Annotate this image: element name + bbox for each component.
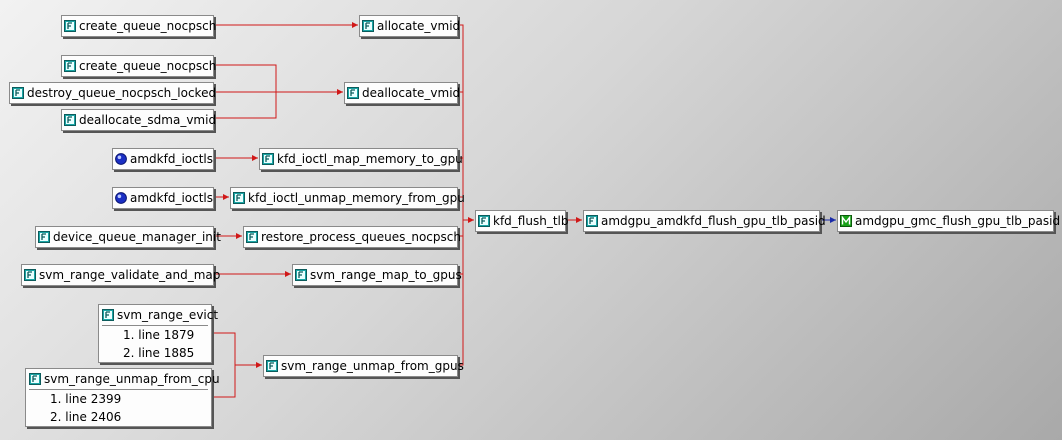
node-device-queue-manager-init[interactable]: device_queue_manager_init	[35, 226, 221, 248]
node-label: device_queue_manager_init	[53, 230, 221, 244]
function-icon	[478, 215, 490, 227]
call-site-line: 2. line 1885	[123, 346, 195, 360]
node-label: deallocate_sdma_vmid	[79, 113, 217, 127]
function-icon	[24, 269, 36, 281]
call-site-line: 2. line 2406	[50, 410, 122, 424]
node-svm-range-unmap-from-cpu[interactable]: svm_range_unmap_from_cpu 1. line 2399 2.…	[25, 368, 220, 427]
node-amdkfd-ioctls[interactable]: amdkfd_ioctls	[112, 148, 214, 170]
macro-icon	[840, 215, 852, 227]
function-icon	[586, 215, 598, 227]
node-label: kfd_ioctl_unmap_memory_from_gpu	[248, 191, 465, 205]
node-label: kfd_flush_tlb	[493, 214, 569, 228]
node-label: destroy_queue_nocpsch_locked	[27, 86, 217, 100]
node-deallocate-sdma-vmid[interactable]: deallocate_sdma_vmid	[61, 109, 217, 131]
function-icon	[38, 231, 50, 243]
node-amdgpu-amdkfd-flush-gpu-tlb-pasid[interactable]: amdgpu_amdkfd_flush_gpu_tlb_pasid	[583, 210, 826, 232]
node-label: kfd_ioctl_map_memory_to_gpu	[277, 152, 463, 166]
node-label: svm_range_evict	[117, 308, 219, 322]
node-label: svm_range_map_to_gpus	[310, 268, 462, 282]
node-label: restore_process_queues_nocpsch	[261, 230, 461, 244]
function-icon	[64, 60, 76, 72]
node-svm-range-map-to-gpus[interactable]: svm_range_map_to_gpus	[292, 264, 462, 286]
node-svm-range-evict[interactable]: svm_range_evict 1. line 1879 2. line 188…	[98, 304, 218, 363]
node-label: svm_range_validate_and_map	[39, 268, 221, 282]
node-create-queue-nocpsch-2[interactable]: create_queue_nocpsch	[61, 55, 217, 77]
function-icon	[102, 309, 114, 321]
edge-svm-callers-to-unmap-gpus	[212, 332, 262, 398]
node-allocate-vmid[interactable]: allocate_vmid	[359, 15, 461, 37]
node-kfd-ioctl-unmap-memory-from-gpu[interactable]: kfd_ioctl_unmap_memory_from_gpu	[230, 187, 465, 209]
node-restore-process-queues-nocpsch[interactable]: restore_process_queues_nocpsch	[243, 226, 461, 248]
node-svm-range-validate-and-map[interactable]: svm_range_validate_and_map	[21, 264, 220, 286]
node-label: amdgpu_amdkfd_flush_gpu_tlb_pasid	[601, 214, 826, 228]
function-icon	[266, 360, 278, 372]
function-icon	[347, 87, 359, 99]
node-deallocate-vmid[interactable]: deallocate_vmid	[344, 82, 461, 104]
node-label: svm_range_unmap_from_gpus	[281, 359, 464, 373]
function-icon	[362, 20, 374, 32]
node-label: create_queue_nocpsch	[79, 59, 217, 73]
node-label: amdgpu_gmc_flush_gpu_tlb_pasid	[855, 214, 1061, 228]
function-icon	[64, 20, 76, 32]
node-create-queue-nocpsch[interactable]: create_queue_nocpsch	[61, 15, 217, 37]
node-label: deallocate_vmid	[362, 86, 461, 100]
source-file-icon	[115, 192, 127, 204]
node-amdgpu-gmc-flush-gpu-tlb-pasid[interactable]: amdgpu_gmc_flush_gpu_tlb_pasid	[837, 210, 1060, 232]
node-label: amdkfd_ioctls	[130, 152, 214, 166]
node-label: svm_range_unmap_from_cpu	[44, 372, 220, 386]
node-kfd-flush-tlb[interactable]: kfd_flush_tlb	[475, 210, 569, 232]
node-label: create_queue_nocpsch	[79, 19, 217, 33]
source-file-icon	[115, 153, 127, 165]
function-icon	[29, 373, 41, 385]
node-label: allocate_vmid	[377, 19, 461, 33]
node-svm-range-unmap-from-gpus[interactable]: svm_range_unmap_from_gpus	[263, 355, 464, 377]
edge-create-queue-2-to-deallocate-vmid	[214, 64, 343, 119]
node-kfd-ioctl-map-memory-to-gpu[interactable]: kfd_ioctl_map_memory_to_gpu	[259, 148, 463, 170]
node-destroy-queue-nocpsch-locked[interactable]: destroy_queue_nocpsch_locked	[9, 82, 217, 104]
function-icon	[233, 192, 245, 204]
function-icon	[246, 231, 258, 243]
node-amdkfd-ioctls-2[interactable]: amdkfd_ioctls	[112, 187, 214, 209]
call-site-line: 1. line 1879	[123, 328, 195, 342]
function-icon	[64, 114, 76, 126]
function-icon	[12, 87, 24, 99]
call-site-line: 1. line 2399	[50, 392, 122, 406]
node-label: amdkfd_ioctls	[130, 191, 214, 205]
function-icon	[262, 153, 274, 165]
function-icon	[295, 269, 307, 281]
